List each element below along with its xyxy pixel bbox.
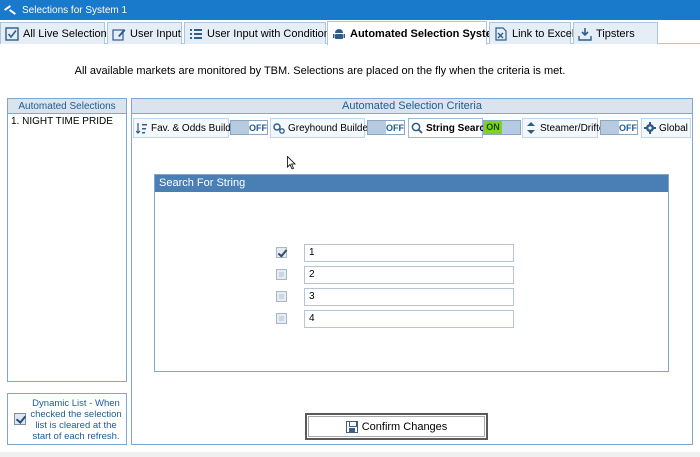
string-2-input[interactable]: 2 [304, 266, 514, 284]
list-item[interactable]: 1. NIGHT TIME PRIDE [8, 114, 126, 127]
app-icon [4, 4, 17, 15]
automated-selections-panel: Automated Selections 1. NIGHT TIME PRIDE [7, 98, 127, 382]
automated-selections-title: Automated Selections [8, 99, 126, 114]
greyhound-toggle[interactable]: OFF [367, 120, 405, 135]
tab-all-live-selections[interactable]: All Live Selections [0, 22, 112, 44]
criteria-title: Automated Selection Criteria [132, 99, 692, 114]
string-4-input[interactable]: 4 [304, 310, 514, 328]
subtab-fav-odds-builder[interactable]: Fav. & Odds Builder [133, 118, 240, 138]
sort-icon [135, 122, 148, 134]
tab-automated-selection-systems[interactable]: Automated Selection Systems [327, 21, 508, 45]
gears-icon [273, 122, 285, 134]
subtab-steamer-drifter[interactable]: Steamer/Drifter [522, 118, 608, 138]
string-2-checkbox[interactable] [276, 269, 287, 280]
edit-icon [112, 27, 126, 41]
subtab-global[interactable]: Global [641, 118, 691, 138]
tab-user-input-with-conditions[interactable]: User Input with Conditions [184, 22, 335, 44]
status-strip [0, 452, 700, 457]
subtab-string-search[interactable]: String Search [408, 118, 491, 138]
search-icon [411, 122, 423, 134]
tab-link-to-excel[interactable]: Link to Excel [489, 22, 574, 44]
up-down-icon [525, 122, 537, 134]
tab-tipsters[interactable]: Tipsters [573, 22, 658, 44]
android-icon [332, 27, 346, 41]
string-1-input[interactable]: 1 [304, 244, 514, 262]
list-icon [189, 27, 203, 41]
excel-icon [494, 26, 508, 41]
fav-odds-toggle[interactable]: OFF [230, 120, 268, 135]
save-icon [345, 420, 358, 433]
dynamic-list-label: Dynamic List - When checked the selectio… [30, 398, 122, 442]
search-for-string-title: Search For String [155, 175, 668, 192]
string-4-checkbox[interactable] [276, 313, 287, 324]
gear-icon [644, 122, 656, 134]
title-bar: Selections for System 1 [0, 0, 700, 20]
window-title: Selections for System 1 [22, 4, 128, 16]
tab-user-input[interactable]: User Input [107, 22, 182, 44]
subtab-greyhound-builder[interactable]: Greyhound Builder [270, 118, 371, 138]
tab-bar: All Live Selections User Input User Inpu… [0, 20, 700, 45]
confirm-changes-button[interactable]: Confirm Changes [305, 413, 488, 440]
checkbox-icon [5, 26, 19, 41]
string-1-checkbox[interactable] [276, 247, 287, 258]
dynamic-list-checkbox[interactable] [14, 413, 26, 425]
string-3-checkbox[interactable] [276, 291, 287, 302]
steamer-drifter-toggle[interactable]: OFF [600, 120, 638, 135]
instruction-text: All available markets are monitored by T… [74, 65, 566, 77]
string-3-input[interactable]: 3 [304, 288, 514, 306]
dynamic-list-box: Dynamic List - When checked the selectio… [7, 393, 127, 445]
string-search-toggle[interactable]: ON [483, 120, 521, 135]
download-icon [578, 27, 592, 41]
